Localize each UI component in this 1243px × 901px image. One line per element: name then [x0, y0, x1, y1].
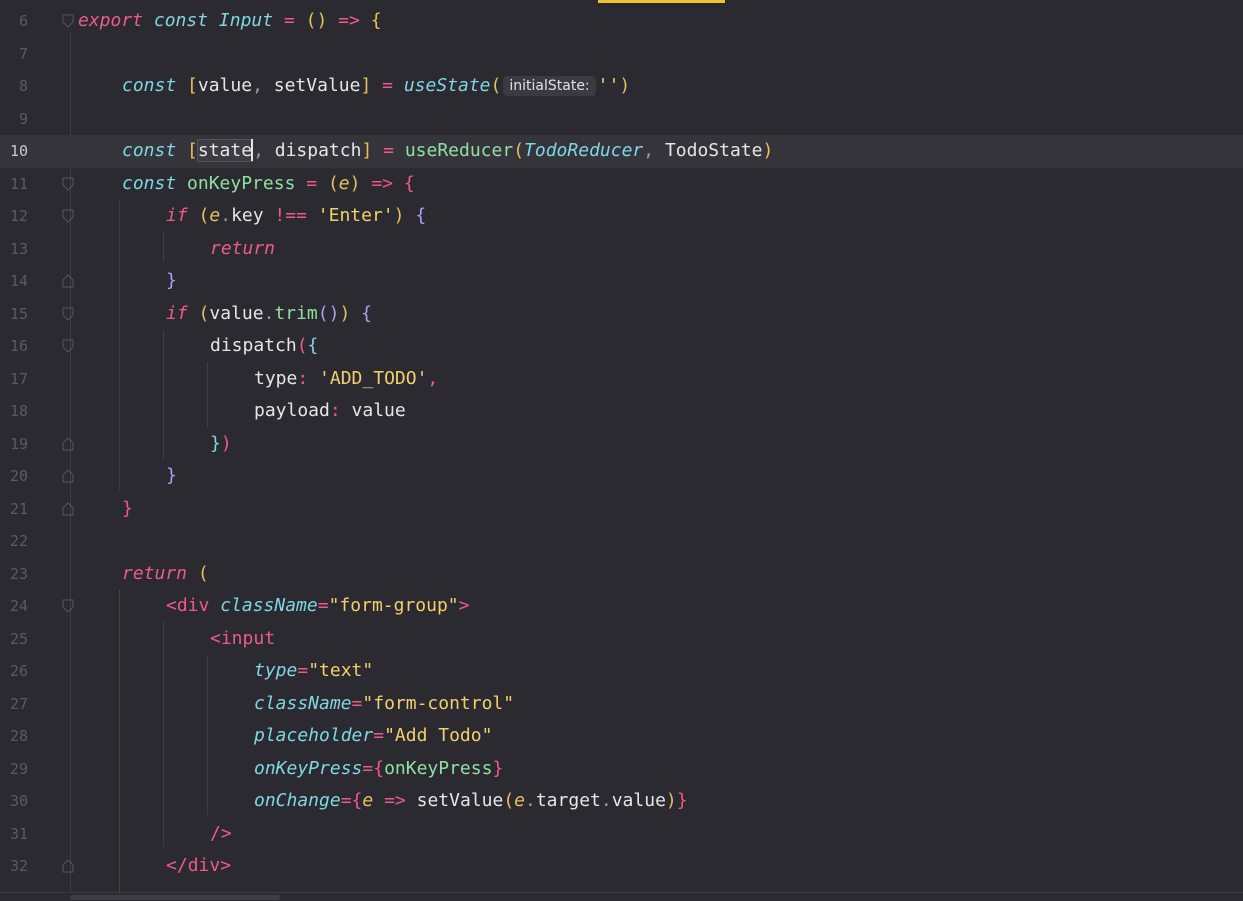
code-text: const [state, dispatch] = useReducer(Tod…	[122, 139, 774, 162]
code-text: type="text"	[254, 660, 374, 681]
code-text: payload: value	[254, 400, 406, 421]
code-line[interactable]: 18 payload: value	[0, 395, 1243, 428]
line-number: 6	[18, 12, 28, 30]
code-text: <div className="form-group">	[166, 595, 470, 616]
code-line[interactable]: 7	[0, 38, 1243, 71]
code-line[interactable]: 15 if (value.trim()) {	[0, 298, 1243, 331]
fold-open-icon[interactable]	[62, 307, 74, 321]
code-line[interactable]: 8 const [value, setValue] = useState(ini…	[0, 70, 1243, 103]
code-line[interactable]: 26 type="text"	[0, 655, 1243, 688]
line-number: 12	[9, 207, 28, 225]
code-line[interactable]: 12 if (e.key !== 'Enter') {	[0, 200, 1243, 233]
code-line[interactable]: 28 placeholder="Add Todo"	[0, 720, 1243, 753]
code-line[interactable]: 14 }	[0, 265, 1243, 298]
fold-close-icon[interactable]	[62, 859, 74, 873]
line-number: 7	[18, 44, 28, 63]
line-number: 23	[9, 564, 28, 583]
line-number: 13	[9, 239, 28, 258]
line-number: 18	[9, 402, 28, 420]
code-text: />	[210, 822, 232, 844]
line-number: 19	[9, 434, 28, 453]
code-text: }	[166, 270, 177, 291]
line-number: 22	[9, 532, 28, 550]
code-editor[interactable]: 6 export const Input = () => { 7 8 const…	[0, 0, 1243, 901]
code-line[interactable]: 6 export const Input = () => {	[0, 5, 1243, 38]
code-line[interactable]: 27 className="form-control"	[0, 688, 1243, 721]
fold-close-icon[interactable]	[62, 501, 74, 516]
code-line[interactable]: 32 </div>	[0, 850, 1243, 883]
line-number: 15	[9, 304, 28, 323]
code-text: placeholder="Add Todo"	[254, 725, 493, 746]
code-line[interactable]: 30 onChange={e => setValue(e.target.valu…	[0, 785, 1243, 818]
line-number: 27	[9, 694, 28, 713]
line-number: 24	[9, 597, 28, 615]
code-line[interactable]: 13 return	[0, 233, 1243, 266]
line-number: 10	[9, 142, 28, 160]
search-match-marker	[598, 0, 725, 3]
code-text: return (	[122, 562, 209, 584]
code-line[interactable]: 29 onKeyPress={onKeyPress}	[0, 753, 1243, 786]
line-number: 14	[9, 272, 28, 290]
scrollbar-thumb[interactable]	[70, 895, 280, 900]
line-number: 8	[18, 77, 28, 95]
code-line[interactable]: 9	[0, 103, 1243, 136]
fold-open-icon[interactable]	[62, 14, 74, 28]
fold-close-icon[interactable]	[62, 469, 74, 483]
line-number: 31	[9, 824, 28, 843]
code-line[interactable]: 19 })	[0, 428, 1243, 461]
code-line[interactable]: 25 <input	[0, 623, 1243, 656]
line-number: 21	[9, 499, 28, 518]
code-text: className="form-control"	[254, 692, 515, 714]
code-text: </div>	[166, 855, 232, 876]
code-line[interactable]: 16 dispatch({	[0, 330, 1243, 363]
code-text: if (e.key !== 'Enter') {	[166, 205, 427, 226]
code-line[interactable]: 11 const onKeyPress = (e) => {	[0, 168, 1243, 201]
line-number: 11	[9, 174, 28, 193]
line-number: 29	[9, 759, 28, 778]
code-line[interactable]: 24 <div className="form-group">	[0, 590, 1243, 623]
line-number: 9	[18, 109, 28, 128]
code-line-current[interactable]: 10 const [state, dispatch] = useReducer(…	[0, 135, 1243, 168]
line-number: 16	[9, 337, 28, 355]
line-number: 32	[9, 857, 28, 875]
fold-close-icon[interactable]	[62, 436, 74, 451]
code-line[interactable]: 17 type: 'ADD_TODO',	[0, 363, 1243, 396]
line-number: 17	[9, 369, 28, 388]
line-number: 25	[9, 629, 28, 648]
code-text: const [value, setValue] = useState(initi…	[122, 75, 631, 96]
line-number: 28	[9, 727, 28, 745]
code-text: return	[210, 237, 276, 259]
fold-open-icon[interactable]	[62, 177, 74, 191]
line-number: 30	[9, 792, 28, 810]
code-text: type: 'ADD_TODO',	[254, 367, 439, 389]
code-line[interactable]: 22	[0, 525, 1243, 558]
code-line[interactable]: 23 return (	[0, 558, 1243, 591]
code-line[interactable]: 21 }	[0, 493, 1243, 526]
code-text: const onKeyPress = (e) => {	[122, 172, 415, 194]
code-text: }	[122, 497, 133, 519]
code-text: <input	[210, 627, 276, 649]
selected-identifier: state	[196, 139, 254, 162]
parameter-hint: initialState:	[503, 76, 596, 96]
code-text: export const Input = () => {	[78, 10, 382, 31]
code-text: dispatch({	[210, 335, 319, 356]
horizontal-scrollbar[interactable]	[0, 892, 1243, 901]
code-line[interactable]: 20 }	[0, 460, 1243, 493]
fold-close-icon[interactable]	[62, 274, 74, 288]
code-text: onChange={e => setValue(e.target.value)}	[254, 790, 688, 811]
fold-open-icon[interactable]	[62, 209, 74, 223]
fold-open-icon[interactable]	[62, 339, 74, 353]
code-text: })	[210, 432, 232, 454]
code-text: if (value.trim()) {	[166, 302, 372, 324]
code-text: onKeyPress={onKeyPress}	[254, 757, 504, 779]
code-line[interactable]: 31 />	[0, 818, 1243, 851]
line-number: 20	[9, 467, 28, 485]
line-number: 26	[9, 662, 28, 680]
fold-open-icon[interactable]	[62, 599, 74, 613]
code-text: }	[166, 465, 177, 486]
